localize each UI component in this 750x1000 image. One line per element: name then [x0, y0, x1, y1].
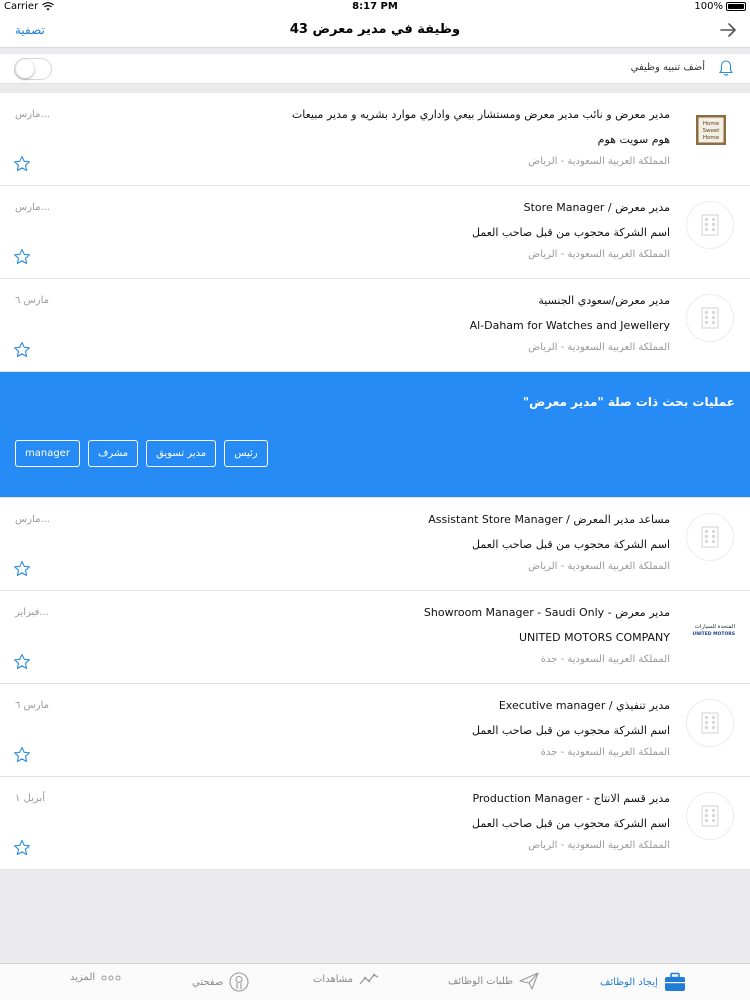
company-logo-placeholder	[686, 294, 734, 342]
posted-date: مارس ٦	[15, 295, 49, 306]
logo-english-text: UNITED MOTORS	[693, 631, 735, 637]
navigation-bar: تصفية 43 وظيفة في مدير معرض	[0, 14, 750, 48]
related-chip[interactable]: manager	[15, 440, 80, 467]
posted-date: أبريل ١	[15, 793, 45, 804]
job-item[interactable]: Home Sweet Home مدير معرض و نائب مدير مع…	[0, 93, 750, 186]
job-title: مدير معرض / Store Manager	[523, 201, 670, 214]
company-name: هوم سويت هوم	[597, 133, 670, 146]
tab-label: طلبات الوظائف	[448, 975, 514, 987]
posted-date: مارس...	[15, 202, 50, 213]
home-sweet-home-logo: Home Sweet Home	[696, 115, 726, 145]
related-chip[interactable]: رئيس	[224, 440, 268, 467]
status-bar: Carrier 8:17 PM 100%	[0, 0, 750, 14]
job-title: مدير قسم الانتاج - Production Manager	[472, 792, 670, 805]
star-icon[interactable]	[13, 560, 31, 578]
tab-find-jobs[interactable]: إيجاد الوظائف	[600, 972, 686, 992]
job-location: المملكة العربية السعودية - الرياض	[528, 249, 670, 260]
posted-date: فبراير...	[15, 607, 49, 618]
job-item[interactable]: مدير تنفيذي / Executive manager اسم الشر…	[0, 684, 750, 777]
job-location: المملكة العربية السعودية - الرياض	[528, 342, 670, 353]
job-title: مدير تنفيذي / Executive manager	[498, 699, 670, 712]
related-searches-title: عمليات بحث ذات صلة "مدير معرض"	[522, 395, 735, 409]
battery-group: 100%	[694, 1, 746, 12]
job-location: المملكة العربية السعودية - جدة	[540, 654, 670, 665]
posted-date: مارس...	[15, 514, 50, 525]
tab-label: صفحتي	[192, 976, 224, 988]
bell-icon	[719, 60, 733, 76]
job-location: المملكة العربية السعودية - الرياض	[528, 156, 670, 167]
more-dots-icon	[101, 975, 121, 980]
tab-applications[interactable]: طلبات الوظائف	[448, 972, 539, 990]
company-name: Al-Daham for Watches and Jewellery	[469, 319, 670, 332]
company-name: اسم الشركة محجوب من قبل صاحب العمل	[472, 817, 670, 830]
job-title: مدير معرض و نائب مدير معرض ومستشار بيعي …	[291, 108, 670, 121]
tab-bar: إيجاد الوظائف طلبات الوظائف مشاهدات صفحت…	[0, 963, 750, 1000]
related-chips: manager مشرف مدير تسويق رئيس	[15, 440, 268, 467]
star-icon[interactable]	[13, 839, 31, 857]
star-icon[interactable]	[13, 248, 31, 266]
job-alert-toggle[interactable]	[14, 58, 52, 80]
profile-icon	[229, 972, 249, 992]
company-logo-placeholder	[686, 513, 734, 561]
trend-icon	[359, 973, 379, 985]
job-item[interactable]: مدير قسم الانتاج - Production Manager اس…	[0, 777, 750, 870]
job-list: Home Sweet Home مدير معرض و نائب مدير مع…	[0, 93, 750, 870]
briefcase-icon	[664, 972, 685, 991]
status-time: 8:17 PM	[352, 1, 398, 12]
tab-label: المزيد	[70, 972, 96, 983]
united-motors-logo: المتحدة للسيارات UNITED MOTORS	[693, 624, 736, 637]
star-icon[interactable]	[13, 746, 31, 764]
logo-word-3: Home	[703, 135, 720, 141]
company-name: UNITED MOTORS COMPANY	[518, 631, 670, 644]
paper-plane-icon	[519, 972, 539, 990]
logo-arabic-text: المتحدة للسيارات	[695, 624, 736, 630]
building-icon	[701, 526, 719, 548]
logo-word-1: Home	[703, 121, 720, 127]
company-logo-placeholder	[686, 792, 734, 840]
posted-date: مارس ٦	[15, 700, 49, 711]
job-item[interactable]: مدير معرض / Store Manager اسم الشركة محج…	[0, 186, 750, 279]
tab-label: إيجاد الوظائف	[600, 976, 658, 988]
job-alert-label: أضف تنبيه وظيفي	[630, 62, 705, 73]
building-icon	[701, 712, 719, 734]
page-title: 43 وظيفة في مدير معرض	[289, 22, 461, 37]
tab-profile[interactable]: صفحتي	[192, 972, 249, 992]
tab-views[interactable]: مشاهدات	[313, 972, 379, 986]
job-location: المملكة العربية السعودية - جدة	[540, 747, 670, 758]
related-chip[interactable]: مشرف	[87, 440, 139, 467]
forward-arrow-icon[interactable]	[718, 20, 738, 40]
building-icon	[701, 805, 719, 827]
company-name: اسم الشركة محجوب من قبل صاحب العمل	[472, 538, 670, 551]
job-title: مدير معرض - Showroom Manager - Saudi Onl…	[423, 606, 670, 619]
job-item[interactable]: مدير معرض/سعودي الجنسية Al-Daham for Wat…	[0, 279, 750, 372]
job-location: المملكة العربية السعودية - الرياض	[528, 840, 670, 851]
company-name: اسم الشركة محجوب من قبل صاحب العمل	[472, 226, 670, 239]
star-icon[interactable]	[13, 155, 31, 173]
company-name: اسم الشركة محجوب من قبل صاحب العمل	[472, 724, 670, 737]
battery-percent: 100%	[694, 1, 723, 12]
job-title: مدير معرض/سعودي الجنسية	[538, 294, 670, 307]
tab-label: مشاهدات	[313, 973, 354, 985]
related-chip[interactable]: مدير تسويق	[146, 440, 217, 467]
job-location: المملكة العربية السعودية - الرياض	[528, 561, 670, 572]
job-alert-bar: أضف تنبيه وظيفي	[0, 54, 750, 84]
star-icon[interactable]	[13, 653, 31, 671]
star-icon[interactable]	[13, 341, 31, 359]
posted-date: مارس...	[15, 109, 50, 120]
related-searches-panel: عمليات بحث ذات صلة "مدير معرض" manager م…	[0, 372, 750, 498]
company-logo-placeholder	[686, 201, 734, 249]
logo-word-2: Sweet	[703, 128, 721, 134]
building-icon	[701, 214, 719, 236]
toggle-knob	[16, 60, 34, 78]
company-logo-placeholder	[686, 699, 734, 747]
job-title: مساعد مدير المعرض / Assistant Store Mana…	[428, 513, 670, 526]
job-item[interactable]: مساعد مدير المعرض / Assistant Store Mana…	[0, 498, 750, 591]
tab-more[interactable]: المزيد	[70, 972, 121, 983]
battery-icon	[726, 2, 746, 11]
job-item[interactable]: المتحدة للسيارات UNITED MOTORS مدير معرض…	[0, 591, 750, 684]
building-icon	[701, 307, 719, 329]
